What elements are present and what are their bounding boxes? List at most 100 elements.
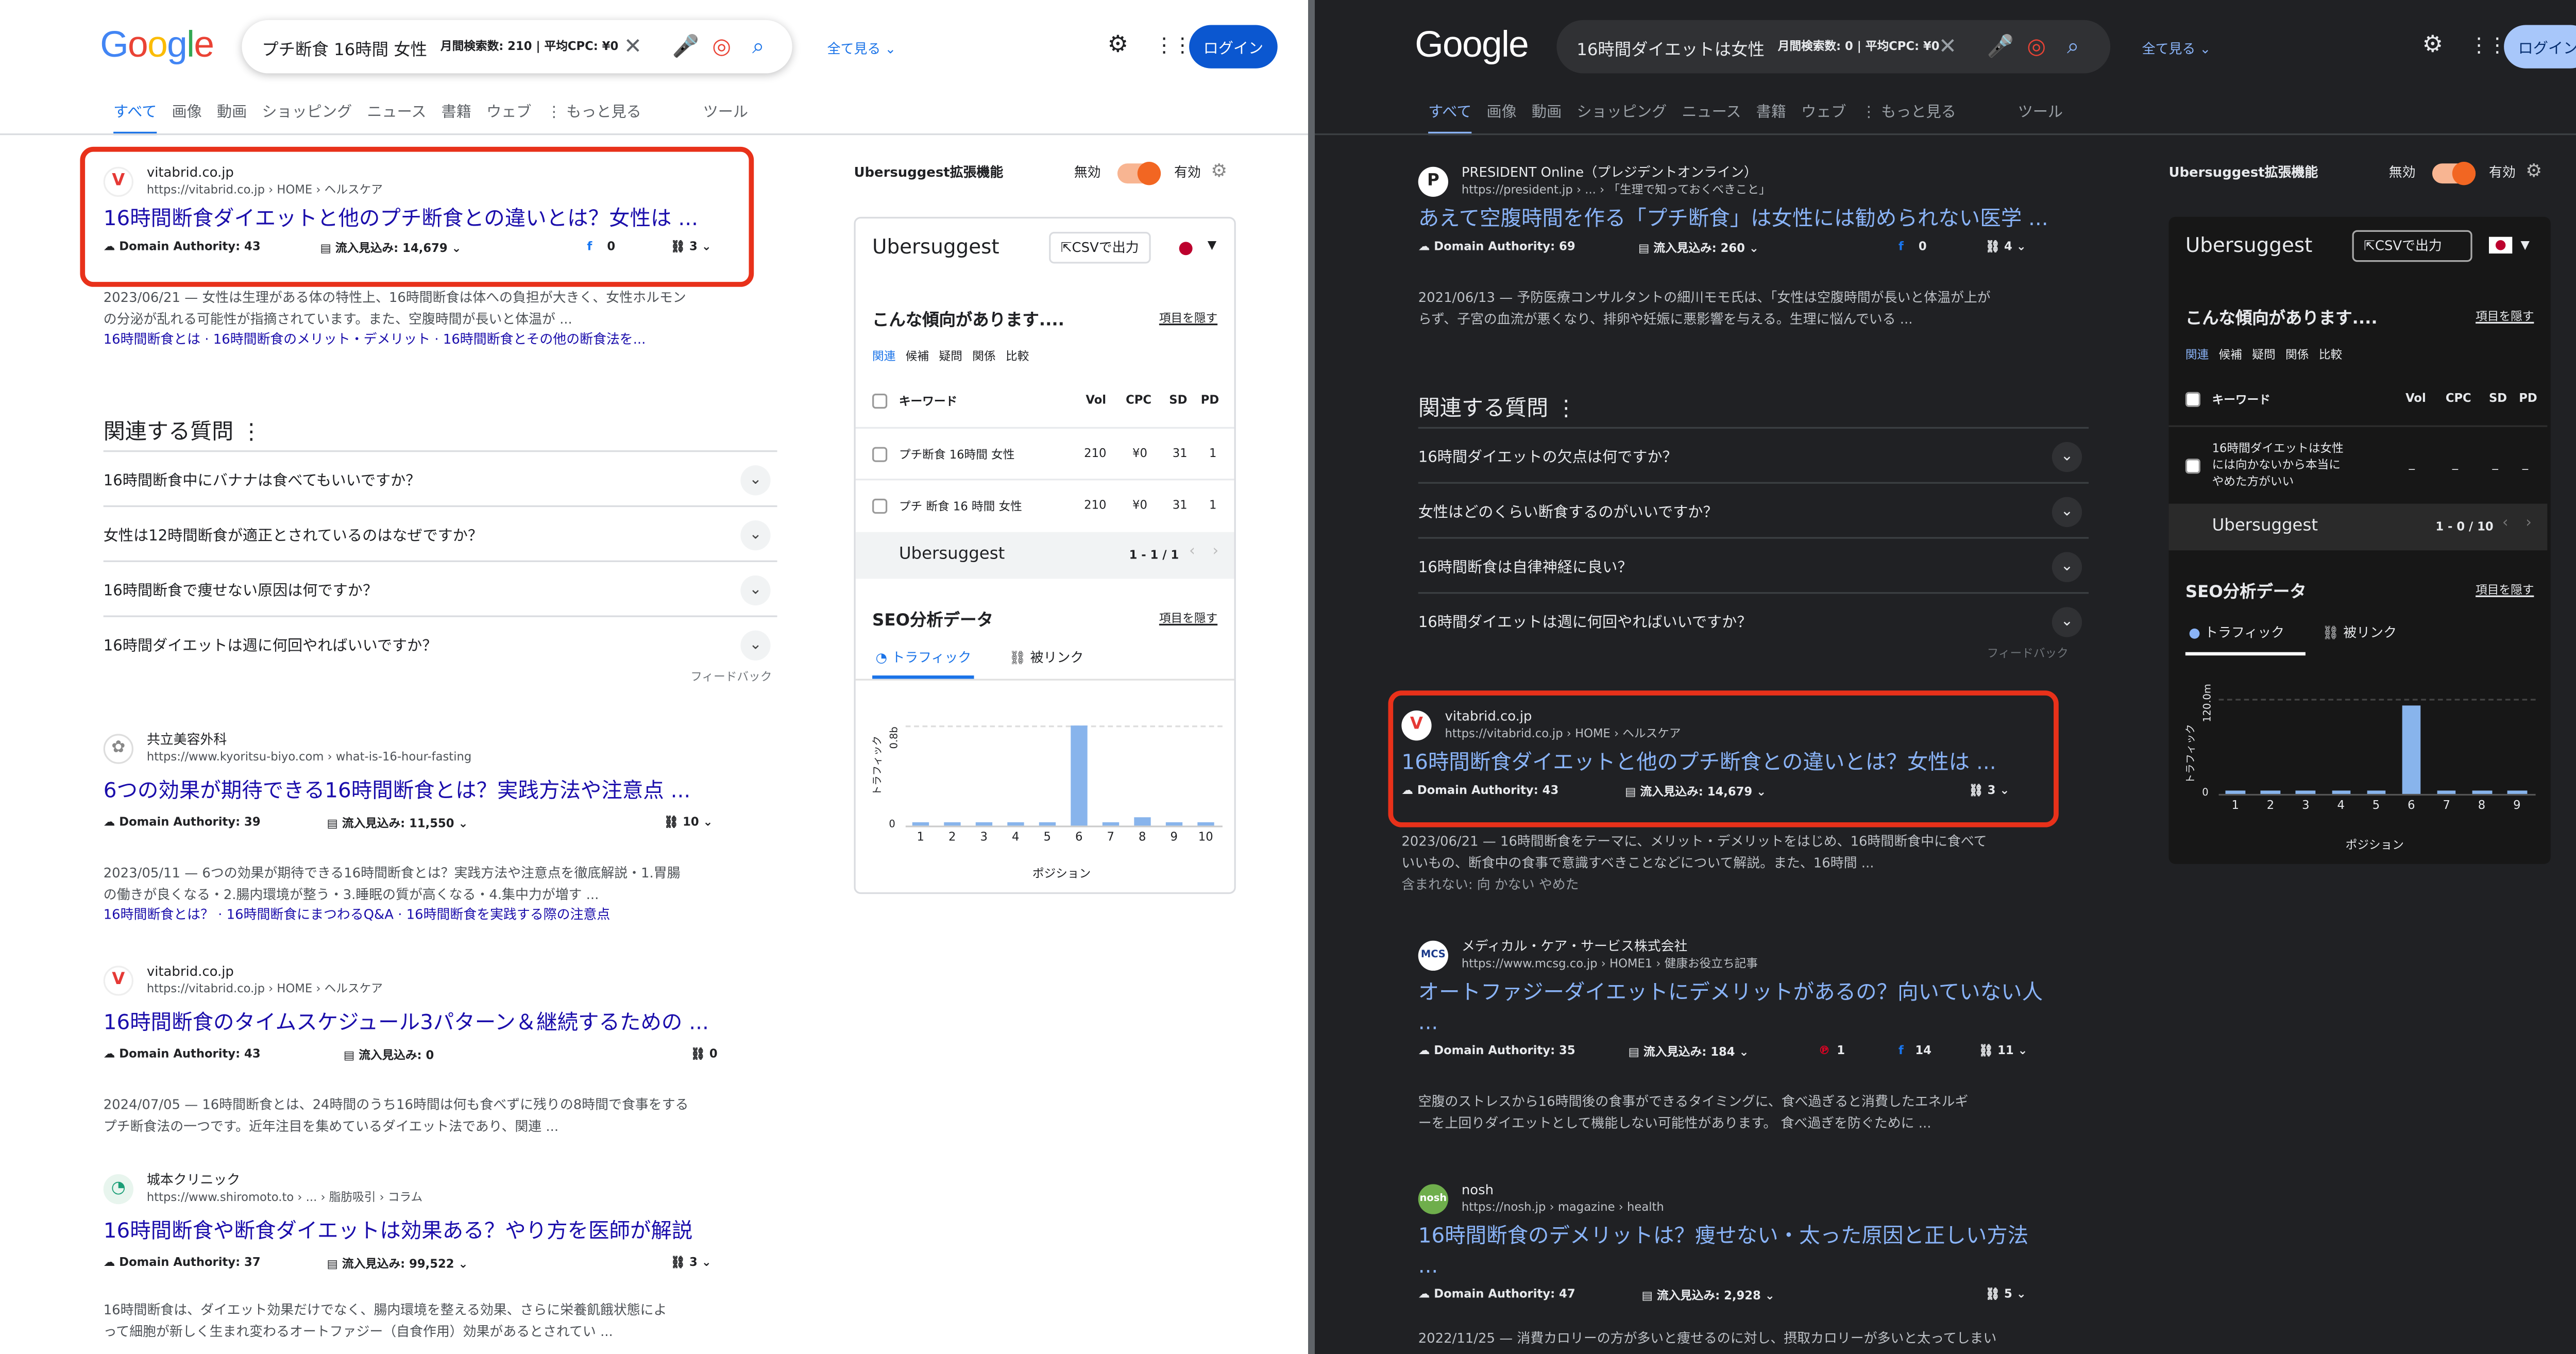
chart-bar[interactable] <box>943 822 961 826</box>
tab-traffic[interactable]: ◔ トラフィック <box>872 649 975 679</box>
tab-backlinks[interactable]: ⛓ 被リンク <box>2322 624 2397 642</box>
paa-question[interactable]: 16時間ダイエットの欠点は何ですか？ ⌄ <box>1418 427 2089 482</box>
paa-question[interactable]: 16時間ダイエットは週に何回やればいいですか？ ⌄ <box>103 615 777 671</box>
tab-web[interactable]: ウェブ <box>1801 100 1846 135</box>
paa-question[interactable]: 16時間ダイエットは週に何回やればいいですか？ ⌄ <box>1418 592 2089 647</box>
backlinks[interactable]: ⛓ 11 ⌄ <box>1978 1044 2027 1057</box>
google-logo[interactable]: Google <box>1415 23 1529 66</box>
subtab-suggest[interactable]: 候補 <box>906 349 929 365</box>
tab-books[interactable]: 書籍 <box>1756 100 1786 135</box>
row-checkbox[interactable] <box>872 447 888 462</box>
site-url[interactable]: https://vitabrid.co.jp › HOME › ヘルスケア <box>147 182 383 198</box>
subtab-relation[interactable]: 関係 <box>972 349 995 365</box>
chart-bar[interactable] <box>912 822 929 826</box>
search-input[interactable]: プチ断食 16時間 女性 <box>262 34 427 59</box>
tab-images[interactable]: 画像 <box>172 100 201 135</box>
hide-item-link[interactable]: 項目を隠す <box>1159 310 1217 327</box>
row-checkbox[interactable] <box>872 498 888 514</box>
chart-bar[interactable] <box>1102 822 1120 826</box>
chart-bar[interactable] <box>2437 790 2456 794</box>
prev-page-icon[interactable]: ‹ <box>1189 544 1195 560</box>
select-all-checkbox[interactable] <box>872 393 888 409</box>
extension-toggle[interactable] <box>2432 162 2476 185</box>
tab-shopping[interactable]: ショッピング <box>262 100 352 135</box>
result-sublinks[interactable]: 16時間断食とは？ · 16時間断食にまつわるQ&A · 16時間断食を実践する… <box>104 906 804 926</box>
search-icon[interactable]: ⌕ <box>752 34 765 59</box>
paa-question[interactable]: 16時間断食は自律神経に良い？ ⌄ <box>1418 537 2089 592</box>
subtab-relation[interactable]: 関係 <box>2285 347 2309 363</box>
dropdown-arrow-icon[interactable]: ▼ <box>2520 239 2529 252</box>
tab-tools[interactable]: ツール <box>2018 100 2063 135</box>
login-button[interactable]: ログイン <box>1189 25 1278 69</box>
traffic-estimate[interactable]: ▤ 流入見込み: 14,679 ⌄ <box>1625 784 1766 800</box>
paa-question[interactable]: 16時間断食中にバナナは食べてもいいですか？ ⌄ <box>103 450 777 505</box>
extension-toggle[interactable] <box>1117 162 1161 185</box>
tab-shopping[interactable]: ショッピング <box>1577 100 1667 135</box>
settings-gear-icon[interactable]: ⚙ <box>2422 32 2444 59</box>
paa-question[interactable]: 16時間断食で痩せない原因は何ですか？ ⌄ <box>103 560 777 616</box>
chart-bar[interactable] <box>2226 790 2245 794</box>
tab-all[interactable]: すべて <box>113 100 157 136</box>
microphone-icon[interactable]: 🎤 <box>1987 34 2014 59</box>
traffic-estimate[interactable]: ▤ 流入見込み: 184 ⌄ <box>1629 1044 1749 1060</box>
chart-bar[interactable] <box>2401 705 2421 794</box>
tab-images[interactable]: 画像 <box>1486 100 1516 135</box>
paa-question[interactable]: 女性はどのくらい断食するのがいいですか？ ⌄ <box>1418 482 2089 537</box>
result-title[interactable]: 16時間断食ダイエットと他のプチ断食との違いとは？女性は ... <box>104 204 804 233</box>
backlinks[interactable]: ⛓ 4 ⌄ <box>1985 240 2026 253</box>
result-title[interactable]: 16時間断食のデメリットは？痩せない・太った原因と正しい方法... <box>1418 1221 2069 1281</box>
result-title[interactable]: オートファジーダイエットにデメリットがあるの？向いていない人... <box>1418 977 2069 1038</box>
google-logo[interactable]: Google <box>100 23 214 66</box>
chevron-down-icon[interactable]: ⌄ <box>2052 497 2082 527</box>
select-all-checkbox[interactable] <box>2185 392 2200 407</box>
site-url[interactable]: https://nosh.jp › magazine › health <box>1462 1199 1664 1216</box>
result-sublinks[interactable]: 16時間断食とは · 16時間断食のメリット・デメリット · 16時間断食とその… <box>104 330 804 350</box>
tab-more[interactable]: ⋮ もっと見る <box>1861 100 1956 135</box>
chevron-down-icon[interactable]: ⌄ <box>2052 552 2082 582</box>
traffic-estimate[interactable]: ▤ 流入見込み: 11,550 ⌄ <box>327 816 468 832</box>
subtab-compare[interactable]: 比較 <box>2319 347 2342 363</box>
tab-videos[interactable]: 動画 <box>1532 100 1562 135</box>
site-url[interactable]: https://www.kyoritsu-biyo.com › what-is-… <box>147 749 471 766</box>
microphone-icon[interactable]: 🎤 <box>672 34 699 59</box>
site-url[interactable]: https://www.mcsg.co.jp › HOME1 › 健康お役立ち記… <box>1462 956 1758 972</box>
clear-icon[interactable]: ✕ <box>1939 34 1957 59</box>
dropdown-arrow-icon[interactable]: ▼ <box>1208 239 1216 252</box>
chart-bar[interactable] <box>975 822 993 826</box>
row-checkbox[interactable] <box>2185 459 2200 474</box>
csv-export-button[interactable]: ⇱ CSVで出力 <box>1049 231 1151 264</box>
chart-bar[interactable] <box>1070 724 1088 826</box>
hide-item-link[interactable]: 項目を隠す <box>2476 309 2534 325</box>
subtab-question[interactable]: 疑問 <box>939 349 962 365</box>
site-url[interactable]: https://vitabrid.co.jp › HOME › ヘルスケア <box>147 980 383 997</box>
chevron-down-icon[interactable]: ⌄ <box>2052 442 2082 472</box>
tab-tools[interactable]: ツール <box>703 100 748 135</box>
chart-bar[interactable] <box>1039 822 1056 826</box>
result-title[interactable]: 16時間断食のタイムスケジュール3パターン＆継続するための ... <box>104 1007 804 1037</box>
subtab-question[interactable]: 疑問 <box>2252 347 2275 363</box>
traffic-estimate[interactable]: ▤ 流入見込み: 14,679 ⌄ <box>320 240 462 257</box>
backlinks[interactable]: ⛓ 5 ⌄ <box>1985 1288 2026 1301</box>
site-url[interactable]: https://www.shiromoto.to › ... › 脂肪吸引 › … <box>147 1189 422 1206</box>
chevron-down-icon[interactable]: ⌄ <box>740 520 771 551</box>
tab-news[interactable]: ニュース <box>367 100 426 135</box>
search-input[interactable]: 16時間ダイエットは女性 <box>1577 34 1765 59</box>
prev-page-icon[interactable]: ‹ <box>2502 515 2509 532</box>
search-box[interactable]: 16時間ダイエットは女性 月間検索数: 0 | 平均CPC: ¥0 ✕ 🎤 ◎ … <box>1556 20 2111 74</box>
chart-bar[interactable] <box>2296 790 2316 794</box>
login-button[interactable]: ログイン <box>2504 25 2576 69</box>
traffic-estimate[interactable]: ▤ 流入見込み: 2,928 ⌄ <box>1641 1288 1774 1304</box>
lens-icon[interactable]: ◎ <box>2027 34 2046 59</box>
chevron-down-icon[interactable]: ⌄ <box>740 575 771 606</box>
settings-gear-icon[interactable]: ⚙ <box>1108 32 1129 59</box>
site-url[interactable]: https://president.jp › ... › 「生理で知っておくべき… <box>1462 182 1771 198</box>
tab-more[interactable]: ⋮ もっと見る <box>547 100 641 135</box>
chevron-down-icon[interactable]: ⌄ <box>740 465 771 496</box>
subtab-suggest[interactable]: 候補 <box>2219 347 2242 363</box>
hide-item-link[interactable]: 項目を隠す <box>1159 611 1217 627</box>
hide-item-link[interactable]: 項目を隠す <box>2476 582 2534 599</box>
result-title[interactable]: 16時間断食ダイエットと他のプチ断食との違いとは？女性は ... <box>1401 747 2102 777</box>
next-page-icon[interactable]: › <box>2526 515 2532 532</box>
chart-bar[interactable] <box>1197 822 1215 826</box>
chart-bar[interactable] <box>2507 790 2527 794</box>
